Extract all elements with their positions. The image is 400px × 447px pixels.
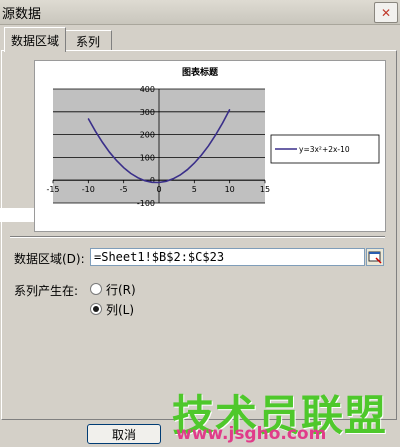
data-point [193, 162, 195, 164]
y-tick-label: 400 [140, 85, 155, 94]
chart-title: 图表标题 [182, 66, 219, 78]
x-tick-label: 5 [192, 185, 197, 194]
x-tick-label: -5 [120, 185, 128, 194]
data-point [222, 122, 224, 124]
radio-columns[interactable] [90, 303, 102, 315]
close-icon: ✕ [380, 5, 392, 20]
data-point [200, 154, 202, 156]
y-tick-label: 0 [150, 176, 155, 185]
x-tick-label: 0 [156, 185, 161, 194]
radio-rows-label: 行(R) [106, 283, 136, 297]
data-point [137, 177, 139, 179]
data-point [215, 134, 217, 136]
range-select-icon [368, 251, 382, 264]
data-point [116, 160, 118, 162]
data-point [165, 180, 167, 182]
data-point [144, 180, 146, 182]
data-point [186, 169, 188, 171]
data-point [101, 141, 103, 143]
close-button[interactable]: ✕ [374, 2, 398, 23]
data-point [151, 181, 153, 183]
radio-columns-label: 列(L) [106, 303, 135, 317]
data-range-input[interactable]: =Sheet1!$B$2:$C$23 [90, 248, 365, 266]
data-point [109, 151, 111, 153]
x-tick-label: 10 [225, 185, 235, 194]
data-point [179, 174, 181, 176]
separator [10, 236, 385, 238]
cancel-button-label: 取消 [111, 427, 136, 442]
data-point [172, 178, 174, 180]
data-point [207, 145, 209, 147]
chart-svg: 图表标题 4003002001000-100-15 -10 -5 0 5 10 15y=3x… [46, 66, 380, 208]
x-tick-label: -15 [46, 185, 59, 194]
tab-data-range-label: 数据区域 [10, 33, 59, 48]
tab-data-range[interactable]: 数据区域 [4, 27, 66, 52]
y-tick-label: 200 [140, 131, 155, 140]
data-point [123, 167, 125, 169]
tab-series-label: 系列 [75, 34, 100, 49]
tab-series[interactable]: 系列 [64, 30, 112, 51]
series-in-label: 系列产生在: [14, 284, 79, 298]
data-point [94, 130, 96, 132]
data-point [229, 109, 231, 111]
x-tick-label: 15 [260, 185, 270, 194]
white-patch [0, 208, 34, 222]
watermark-url: www.jsgho.com [176, 424, 327, 444]
title-bar: 源数据 ✕ [0, 0, 400, 25]
range-picker-button[interactable] [366, 248, 384, 266]
chart-preview: 图表标题 400 300 200 100 0 -100 -15 -10 -5 0 5 10 15 y=3x… [34, 60, 386, 232]
cancel-button[interactable]: 取消 [87, 424, 161, 444]
data-range-label: 数据区域(D): [14, 252, 85, 266]
radio-rows[interactable] [90, 283, 102, 295]
y-tick-label: -100 [137, 199, 155, 208]
y-tick-label: 100 [140, 153, 155, 162]
radio-selected-dot [93, 306, 99, 312]
data-point [87, 118, 89, 120]
x-tick-label: -10 [82, 185, 95, 194]
legend-label: y=3x²+2x-10 [299, 145, 350, 154]
window-title: 源数据 [2, 7, 42, 22]
data-point [158, 181, 160, 183]
y-tick-label: 300 [140, 108, 155, 117]
data-point [130, 172, 132, 174]
